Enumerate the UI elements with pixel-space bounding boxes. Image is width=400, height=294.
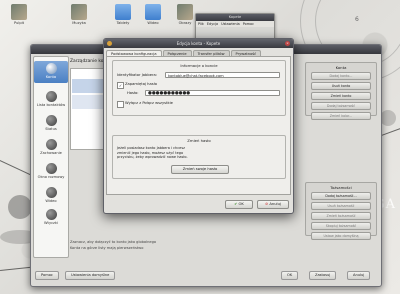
footnote-line: Konta na górze listy mają pierwszeństwo [70, 246, 144, 250]
tab-panel-basic-setup: Informacje o koncie Identyfikator Jabber… [106, 56, 291, 195]
password-input[interactable]: ●●●●●●●●●●● [145, 90, 280, 96]
group-title: Tożsamości [330, 185, 352, 190]
add-identity-shortcut-button[interactable]: Dodaj tożsamość [311, 102, 371, 110]
desktop-icon-label: Obrazy [178, 21, 192, 25]
photo-icon [11, 4, 27, 20]
settings-sidebar: Konta Lista kontaktów Status Zachowanie … [33, 56, 69, 258]
sidebar-item-label: Okno rozmowy [37, 175, 65, 179]
group-title: Informacje o koncie [180, 63, 218, 68]
change-password-description: Jeżeli posiadasz konto Jabbera i chcesz … [117, 146, 188, 160]
exclude-connect-all-label: Wyłącz z Połącz wszystkie [125, 101, 173, 105]
change-color-button[interactable]: Zmień kolor... [311, 112, 371, 120]
sidebar-item-label: Wtyczki [43, 221, 59, 225]
sidebar-item-label: Wideo [45, 199, 57, 203]
menu-item[interactable]: Plik [198, 21, 204, 27]
sidebar-item-plugins[interactable]: Wtyczki [34, 209, 68, 225]
sidebar-item-label: Konta [45, 75, 57, 79]
cancel-icon: ⊘ [265, 202, 269, 206]
ink-splat [380, 110, 396, 126]
video-icon [45, 187, 57, 198]
desktop-icon-label: Tablety [116, 21, 130, 25]
change-password-button[interactable]: Zmień swoje hasło [171, 165, 229, 174]
dialog-title-bar[interactable]: Edycja konta - Kopete × [104, 39, 293, 48]
cancel-label: Anuluj [269, 202, 281, 206]
modify-identity-button[interactable]: Zmień tożsamość [311, 212, 371, 220]
plugins-icon [45, 209, 57, 220]
group-title: Zmień hasło [187, 138, 211, 143]
sidebar-item-accounts[interactable]: Konta [34, 61, 68, 83]
desktop-icon-wideo[interactable]: Wideo [140, 4, 166, 25]
exclude-connect-all-checkbox[interactable] [117, 101, 124, 108]
account-info-group: Informacje o koncie Identyfikator Jabber… [112, 60, 286, 116]
behavior-icon [45, 139, 57, 150]
cancel-button[interactable]: Anuluj [347, 271, 371, 280]
sidebar-item-label: Zachowanie [40, 151, 62, 155]
jid-label: Identyfikator Jabbera: [117, 73, 158, 77]
check-icon: ✔ [234, 202, 238, 206]
sidebar-item-chat-window[interactable]: Okno rozmowy [34, 163, 68, 179]
copy-identity-button[interactable]: Skopiuj tożsamość [311, 222, 371, 230]
accounts-icon [45, 63, 57, 74]
folder-icon [145, 4, 161, 20]
sidebar-item-label: Status [45, 127, 57, 131]
identities-group: Tożsamości Dodaj tożsamość... Usuń tożsa… [305, 182, 377, 240]
desktop-icon-tablety[interactable]: Tablety [110, 4, 136, 25]
sidebar-item-video[interactable]: Wideo [34, 187, 68, 203]
menu-item[interactable]: Edycja [207, 21, 218, 27]
folder-icon [115, 4, 131, 20]
desktop-icon-label: Wideo [147, 21, 159, 25]
window-title: Kopete [196, 14, 274, 21]
jid-input[interactable]: kontoblue@chat.facebook.com [165, 72, 280, 78]
footnote-line: Zaznacz, aby dołączyć to konto jako glob… [70, 240, 157, 244]
clock-digit: 6 [355, 16, 359, 23]
desktop-icon-muzyka[interactable]: Muzyka [66, 4, 92, 25]
password-label: Hasło: [127, 91, 139, 95]
edit-account-dialog[interactable]: Edycja konta - Kopete × Podstawowa konfi… [103, 38, 294, 214]
sidebar-item-contact-list[interactable]: Lista kontaktów [34, 91, 68, 107]
desktop-icon-label: Muzyka [72, 21, 86, 25]
remember-password-label: Zapamiętaj hasło [125, 82, 157, 86]
dialog-title: Edycja konta - Kopete [176, 41, 221, 46]
add-account-button[interactable]: Dodaj konto... [311, 72, 371, 80]
photo-icon [177, 4, 193, 20]
desktop-icon-pulpit[interactable]: Pulpit [6, 4, 32, 25]
desktop-icon-label: Pulpit [13, 21, 25, 25]
ink-splat [8, 195, 32, 219]
dialog-ok-button[interactable]: ✔ OK [225, 200, 253, 209]
menu-item[interactable]: Pomoc [243, 21, 254, 27]
dialog-cancel-button[interactable]: ⊘ Anuluj [257, 200, 289, 209]
remove-account-button[interactable]: Usuń konto [311, 82, 371, 90]
set-default-identity-button[interactable]: Ustaw jako domyślną [311, 232, 371, 240]
ok-label: OK [238, 202, 244, 206]
accounts-group: Konta Dodaj konto... Usuń konto Zmień ko… [305, 62, 377, 120]
chat-window-icon [45, 163, 57, 174]
group-title: Konta [335, 65, 347, 70]
contact-list-icon [45, 91, 57, 102]
ok-button[interactable]: OK [281, 271, 299, 280]
menu-item[interactable]: Ustawienia [221, 21, 240, 27]
help-button[interactable]: Pomoc [35, 271, 59, 280]
remove-identity-button[interactable]: Usuń tożsamość [311, 202, 371, 210]
sidebar-item-status[interactable]: Status [34, 115, 68, 131]
remember-password-checkbox[interactable]: ✓ [117, 82, 124, 89]
change-password-group: Zmień hasło Jeżeli posiadasz konto Jabbe… [112, 135, 286, 179]
defaults-button[interactable]: Ustawienia domyślne [65, 271, 116, 280]
menu-bar: Plik Edycja Ustawienia Pomoc [196, 21, 274, 27]
sidebar-item-behavior[interactable]: Zachowanie [34, 139, 68, 155]
status-icon [45, 115, 57, 126]
modify-account-button[interactable]: Zmień konto [311, 92, 371, 100]
apply-button[interactable]: Zastosuj [309, 271, 337, 280]
close-icon[interactable]: × [285, 41, 290, 46]
photo-icon [71, 4, 87, 20]
sidebar-item-label: Lista kontaktów [36, 103, 66, 107]
kopete-app-icon [107, 41, 112, 46]
add-identity-button[interactable]: Dodaj tożsamość... [311, 192, 371, 200]
